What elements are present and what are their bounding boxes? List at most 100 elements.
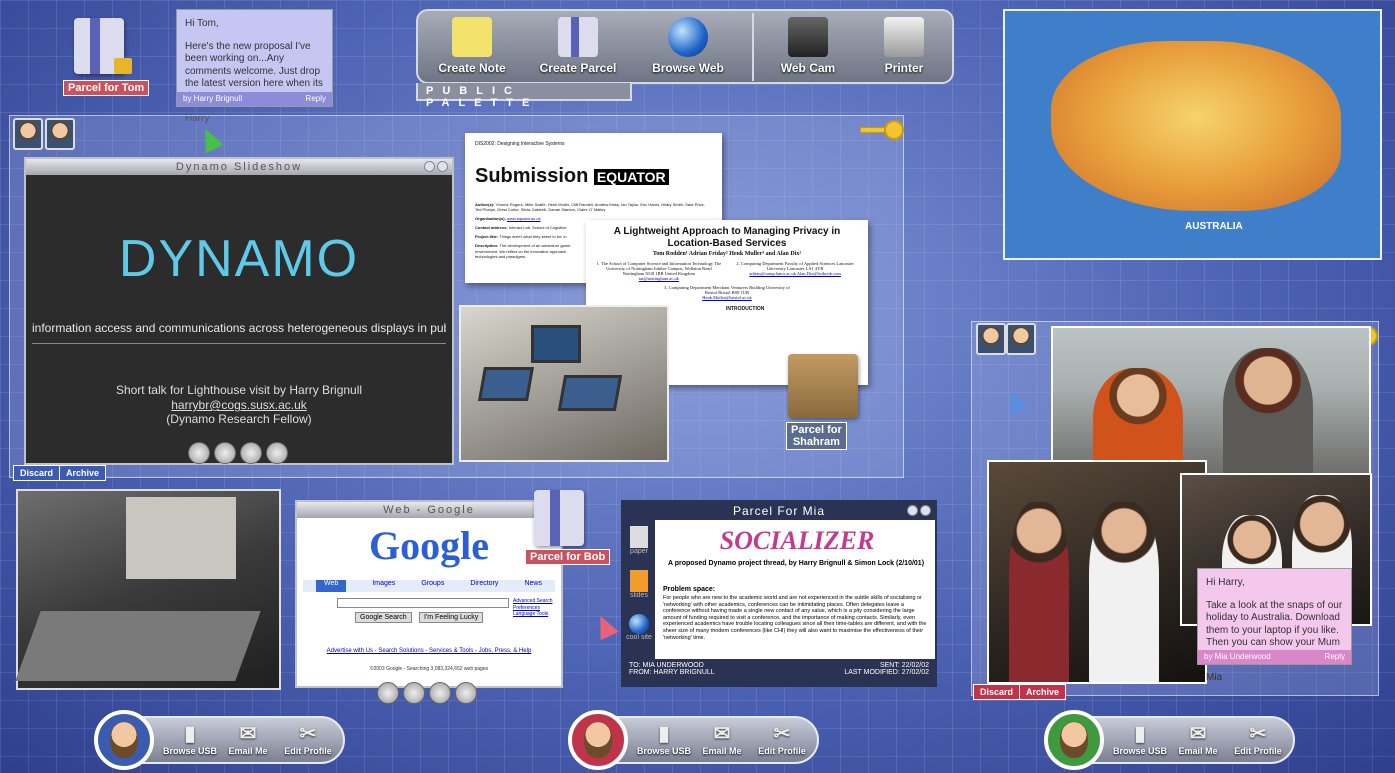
party-photo[interactable]	[987, 460, 1207, 684]
refresh-icon[interactable]	[429, 682, 451, 704]
user-avatar[interactable]	[1044, 710, 1104, 770]
parcel-tom-label[interactable]: Parcel for Tom	[63, 80, 150, 96]
window-button[interactable]	[920, 505, 931, 516]
paper-intro: INTRODUCTION	[726, 306, 765, 312]
globe-icon	[629, 614, 649, 634]
sidebar-item-slides[interactable]: slides	[625, 570, 653, 599]
parcel-mia-window[interactable]: Parcel For Mia paper slides cool site SO…	[621, 500, 937, 687]
window-title: Web - Google	[297, 502, 561, 518]
language-tools-link[interactable]: Language Tools	[513, 611, 552, 618]
person-figure	[1089, 502, 1159, 682]
reply-button[interactable]: Reply	[1325, 652, 1345, 662]
tab-news[interactable]: News	[524, 580, 542, 592]
australia-map[interactable]: AUSTRALIA	[1003, 9, 1382, 260]
email-icon: ✉	[1189, 723, 1207, 745]
email-me-button[interactable]: ✉ Email Me	[694, 722, 750, 756]
equator-logo: EQUATOR	[593, 169, 669, 185]
slides-icon	[630, 570, 648, 592]
tab-directory[interactable]: Directory	[470, 580, 498, 592]
parcel-shahram-icon[interactable]	[788, 354, 858, 418]
first-icon[interactable]	[188, 442, 210, 464]
window-button[interactable]	[437, 161, 448, 172]
holiday-photo[interactable]	[1051, 326, 1371, 478]
webcam-video[interactable]	[15, 489, 281, 690]
parcel-bob-icon[interactable]	[534, 490, 584, 546]
browse-usb-button[interactable]: ▮ Browse USB	[636, 722, 692, 756]
user-avatar[interactable]	[13, 118, 43, 150]
public-palette: Create Note Create Parcel Browse Web Web…	[416, 9, 954, 84]
monitor-icon	[478, 367, 534, 401]
create-parcel-button[interactable]: Create Parcel	[528, 17, 628, 75]
doc-header: DIS2002: Designing Interactive Systems	[475, 141, 565, 147]
browse-usb-button[interactable]: ▮ Browse USB	[1112, 722, 1168, 756]
create-note-button[interactable]: Create Note	[422, 17, 522, 75]
advanced-search-link[interactable]: Advanced Search	[513, 598, 552, 605]
note-harry[interactable]: Hi Harry, Take a look at the snaps of ou…	[1197, 568, 1352, 683]
note-sign: Mia	[1206, 672, 1223, 683]
key-icon[interactable]	[860, 120, 904, 140]
usb-icon: ▮	[1134, 723, 1146, 745]
google-footer-links[interactable]: Advertise with Us - Search Solutions - S…	[297, 648, 561, 654]
paper-email[interactable]: adrian@comp.lancs.ac.uk Alan.Dix@hcibook…	[732, 271, 858, 276]
last-icon[interactable]	[266, 442, 288, 464]
reply-button[interactable]: Reply	[306, 94, 326, 104]
google-search-button[interactable]: Google Search	[355, 612, 412, 623]
person-figure	[1009, 502, 1069, 682]
email-me-button[interactable]: ✉ Email Me	[220, 722, 276, 756]
note-tom[interactable]: Hi Tom, Here's the new proposal I've bee…	[176, 9, 333, 124]
paper-authors: Tom Rodden¹ Adrian Friday² Henk Muller³ …	[652, 251, 802, 257]
parcel-footer: TO: MIA UNDERWOOD SENT: 22/02/02 FROM: H…	[623, 659, 935, 685]
printer-button[interactable]: Printer	[854, 17, 954, 75]
paper-email[interactable]: Henk.Muller@bristol.ac.uk	[662, 295, 793, 300]
paper-email[interactable]: tar@nottingham.ac.uk	[596, 276, 722, 281]
email-icon: ✉	[713, 723, 731, 745]
user-avatar[interactable]	[1006, 323, 1036, 355]
back-icon[interactable]	[377, 682, 399, 704]
slide-email[interactable]: harrybr@cogs.susx.ac.uk	[26, 398, 452, 412]
window-title: Parcel For Mia	[623, 502, 935, 520]
sidebar-item-paper[interactable]: paper	[625, 526, 653, 555]
user-avatar[interactable]	[94, 710, 154, 770]
archive-button[interactable]: Archive	[1019, 684, 1067, 700]
window-button[interactable]	[907, 505, 918, 516]
forward-icon[interactable]	[403, 682, 425, 704]
tools-icon: ✂	[1249, 723, 1267, 745]
tab-web[interactable]: Web	[316, 580, 347, 592]
user-avatar[interactable]	[976, 323, 1006, 355]
discard-button[interactable]: Discard	[973, 684, 1021, 700]
tab-images[interactable]: Images	[372, 580, 395, 592]
paper-title: A Lightweight Approach to Managing Priva…	[613, 226, 841, 249]
browse-web-button[interactable]: Browse Web	[638, 17, 738, 75]
user-dock: ▮ Browse USB ✉ Email Me ✂ Edit Profile	[94, 710, 345, 770]
feeling-lucky-button[interactable]: I'm Feeling Lucky	[419, 612, 484, 623]
sticky-notes-icon	[452, 17, 492, 57]
prev-icon[interactable]	[214, 442, 236, 464]
email-me-button[interactable]: ✉ Email Me	[1170, 722, 1226, 756]
doc-description: Description: The development of an adven…	[475, 243, 571, 259]
sidebar-item-cool-site[interactable]: cool site	[623, 614, 655, 641]
search-input[interactable]	[337, 598, 509, 608]
user-avatar[interactable]	[568, 710, 628, 770]
tab-groups[interactable]: Groups	[421, 580, 444, 592]
edit-profile-button[interactable]: ✂ Edit Profile	[754, 722, 810, 756]
edit-profile-button[interactable]: ✂ Edit Profile	[1230, 722, 1286, 756]
slideshow-window[interactable]: Dynamo Slideshow DYNAMO information acce…	[24, 157, 454, 465]
play-icon[interactable]	[240, 442, 262, 464]
paper-icon	[630, 526, 648, 548]
google-window[interactable]: Web - Google Google Web Images Groups Di…	[295, 500, 563, 688]
web-cam-button[interactable]: Web Cam	[758, 17, 858, 75]
lab-photo[interactable]	[459, 305, 669, 462]
user-avatar[interactable]	[45, 118, 75, 150]
stop-icon[interactable]	[455, 682, 477, 704]
parcel-bob-label[interactable]: Parcel for Bob	[525, 549, 611, 565]
archive-button[interactable]: Archive	[59, 465, 107, 481]
discard-button[interactable]: Discard	[13, 465, 61, 481]
window-button[interactable]	[424, 161, 435, 172]
parcel-shahram-label[interactable]: Parcel for Shahram	[786, 422, 847, 450]
dynamo-logo: DYNAMO	[118, 230, 360, 288]
doc-authors: Author(s): Yvonne Rogers, Mike Scaife, H…	[475, 202, 705, 213]
browse-usb-button[interactable]: ▮ Browse USB	[162, 722, 218, 756]
edit-profile-button[interactable]: ✂ Edit Profile	[280, 722, 336, 756]
parcel-from: FROM: HARRY BRIGNULL	[629, 669, 715, 676]
window-title: Dynamo Slideshow	[26, 159, 452, 175]
